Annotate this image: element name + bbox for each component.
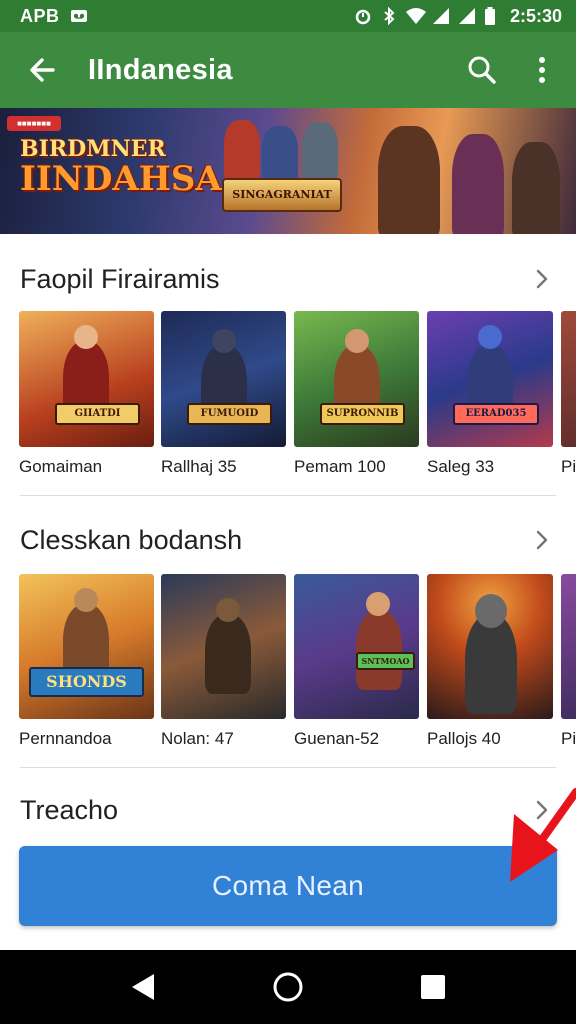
status-right: 2:5:30 xyxy=(354,6,562,27)
nav-recents-icon xyxy=(421,975,446,999)
section-title: Clesskan bodansh xyxy=(20,524,243,555)
game-thumbnail: SHONDS xyxy=(19,574,154,719)
voicemail-icon xyxy=(70,7,88,25)
banner-character xyxy=(262,126,298,182)
game-card[interactable]: Pi xyxy=(561,574,576,749)
game-card[interactable]: Nolan: 47 xyxy=(161,574,286,749)
game-title-art: EERAD035 xyxy=(453,403,539,425)
game-card[interactable]: GIIATDI Gomaiman xyxy=(19,311,154,477)
banner-title-line2: IINDAHSA xyxy=(20,159,222,199)
banner-character xyxy=(302,122,338,180)
carrier-label: APB xyxy=(20,5,60,26)
banner-title-line1: BIRDMNER xyxy=(20,136,166,162)
battery-icon xyxy=(484,7,502,25)
alarm-icon xyxy=(354,7,372,25)
banner-title: BIRDMNER IINDAHSA xyxy=(20,138,222,196)
arrow-left-icon xyxy=(30,58,55,82)
game-row: SHONDS Pernnandoa Nolan: 47 SNTMOAO Guen… xyxy=(0,574,576,754)
nav-home-button[interactable] xyxy=(260,959,316,1015)
banner-character xyxy=(224,120,260,180)
game-thumbnail xyxy=(561,574,576,719)
status-bar: APB 2:5:30 xyxy=(0,0,576,32)
game-title-art: GIIATDI xyxy=(55,403,140,425)
primary-action-label: Coma Nean xyxy=(211,870,365,901)
game-label: Rallhaj 35 xyxy=(161,457,237,476)
game-row: GIIATDI Gomaiman FUMUOID Rallhaj 35 SUPR… xyxy=(0,311,576,481)
nav-recents-button[interactable] xyxy=(405,959,461,1015)
page-title: IIndanesia xyxy=(88,53,233,86)
game-label: Gomaiman xyxy=(19,457,103,476)
game-title-art: FUMUOID xyxy=(187,403,272,425)
game-title-art: SHONDS xyxy=(29,667,144,697)
section-title: Faopil Firairamis xyxy=(20,263,220,294)
game-label: Pemam 100 xyxy=(294,457,386,476)
divider xyxy=(20,767,556,768)
section-header[interactable]: Faopil Firairamis xyxy=(0,259,576,299)
game-card[interactable]: SHONDS Pernnandoa xyxy=(19,574,154,749)
game-thumbnail xyxy=(561,311,576,447)
game-label: Guenan-52 xyxy=(294,729,380,748)
pointer-arrow-icon xyxy=(510,788,576,882)
signal-icon xyxy=(458,7,476,25)
chevron-right-icon xyxy=(536,530,548,550)
game-card[interactable]: Pi xyxy=(561,311,576,477)
game-thumbnail: GIIATDI xyxy=(19,311,154,447)
banner-badge: ■■■■■■■ xyxy=(7,116,61,131)
game-thumbnail: EERAD035 xyxy=(427,311,553,447)
status-time: 2:5:30 xyxy=(509,5,562,26)
game-label: Pi xyxy=(561,457,576,476)
signal-icon xyxy=(432,7,450,25)
game-title-art: SUPRONNIB xyxy=(320,403,405,425)
game-label: Nolan: 47 xyxy=(161,729,234,748)
game-label: Pallojs 40 xyxy=(427,729,501,748)
game-thumbnail: SUPRONNIB xyxy=(294,311,419,447)
section-title: Treacho xyxy=(20,794,119,825)
game-card[interactable]: Pallojs 40 xyxy=(427,574,553,749)
game-label: Saleg 33 xyxy=(427,457,495,476)
game-title-art: SNTMOAO xyxy=(356,652,415,670)
nav-back-button[interactable] xyxy=(115,959,171,1015)
search-button[interactable] xyxy=(460,48,504,92)
game-thumbnail xyxy=(427,574,553,719)
more-vert-icon xyxy=(539,57,545,83)
game-card[interactable]: FUMUOID Rallhaj 35 xyxy=(161,311,286,477)
game-card[interactable]: SUPRONNIB Pemam 100 xyxy=(294,311,419,477)
game-label: Pi xyxy=(561,729,576,748)
search-icon xyxy=(468,56,496,84)
game-thumbnail xyxy=(161,574,286,719)
game-card[interactable]: EERAD035 Saleg 33 xyxy=(427,311,553,477)
game-card[interactable]: SNTMOAO Guenan-52 xyxy=(294,574,419,749)
banner-character xyxy=(512,142,560,234)
game-thumbnail: SNTMOAO xyxy=(294,574,419,719)
game-label: Pernnandoa xyxy=(19,729,112,748)
wifi-icon xyxy=(405,7,426,25)
primary-action-button[interactable]: Coma Nean xyxy=(19,846,557,926)
banner-logo: SINGAGRANIAT xyxy=(222,178,342,212)
chevron-right-icon xyxy=(536,269,548,289)
system-nav-bar xyxy=(0,950,576,1024)
divider xyxy=(20,495,556,496)
game-thumbnail: FUMUOID xyxy=(161,311,286,447)
bluetooth-icon xyxy=(380,6,398,26)
section-header[interactable]: Treacho xyxy=(0,790,576,830)
more-options-button[interactable] xyxy=(520,48,564,92)
banner-character xyxy=(378,126,440,234)
promo-banner[interactable]: ■■■■■■■ BIRDMNER IINDAHSA SINGAGRANIAT xyxy=(0,108,576,234)
nav-home-icon xyxy=(273,972,303,1002)
back-button[interactable] xyxy=(20,48,64,92)
app-bar: IIndanesia xyxy=(0,32,576,108)
banner-character xyxy=(452,134,504,234)
nav-back-icon xyxy=(131,974,154,1000)
section-header[interactable]: Clesskan bodansh xyxy=(0,520,576,560)
status-left: APB xyxy=(20,6,88,27)
